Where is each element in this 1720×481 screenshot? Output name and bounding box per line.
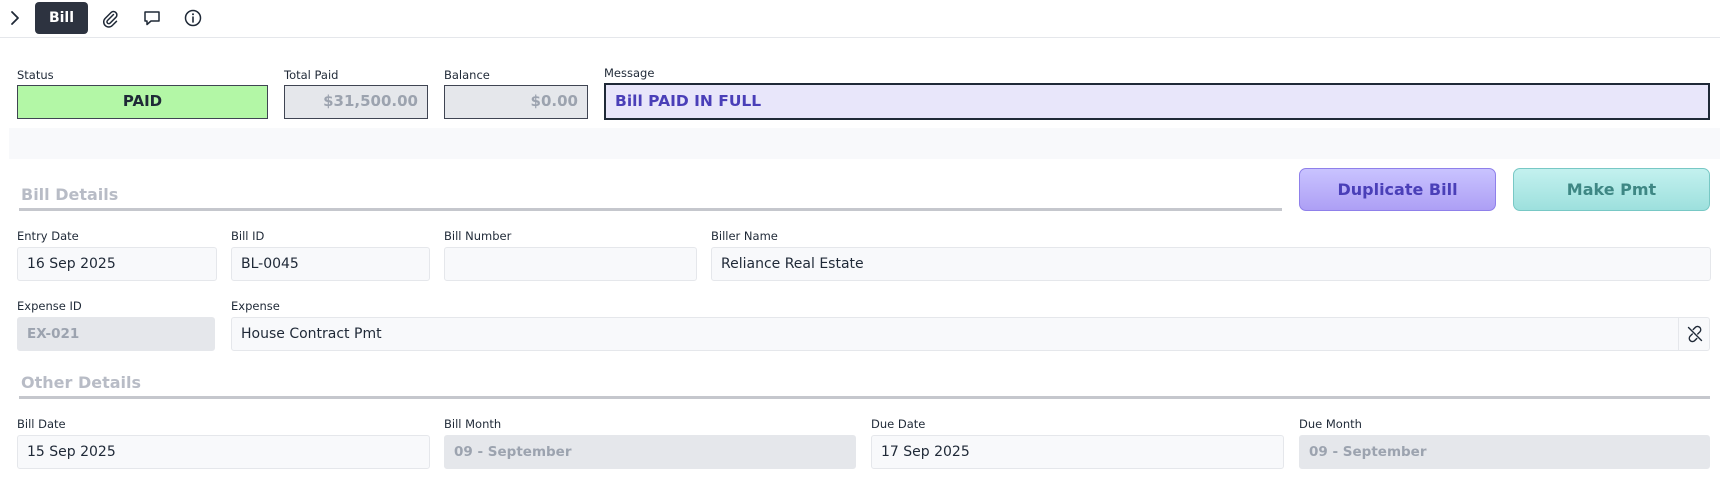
due-month-label: Due Month — [1299, 417, 1362, 431]
bill-number-label: Bill Number — [444, 229, 512, 243]
expense-label: Expense — [231, 299, 280, 313]
tab-bill[interactable]: Bill — [35, 2, 88, 34]
bill-id-label: Bill ID — [231, 229, 265, 243]
duplicate-bill-button[interactable]: Duplicate Bill — [1299, 168, 1496, 211]
bill-number-field[interactable] — [444, 247, 697, 281]
chevron-right-icon[interactable] — [4, 8, 24, 28]
total-paid-value: $31,500.00 — [284, 85, 428, 119]
balance-value: $0.00 — [444, 85, 588, 119]
balance-label: Balance — [444, 68, 490, 82]
biller-name-label: Biller Name — [711, 229, 778, 243]
section-divider — [19, 396, 1710, 399]
biller-name-field[interactable]: Reliance Real Estate — [711, 247, 1711, 281]
unlink-icon[interactable] — [1678, 317, 1710, 351]
entry-date-label: Entry Date — [17, 229, 79, 243]
info-icon[interactable] — [183, 8, 203, 28]
bill-date-field[interactable]: 15 Sep 2025 — [17, 435, 430, 469]
paperclip-icon[interactable] — [100, 8, 120, 28]
bill-month-field: 09 - September — [444, 435, 856, 469]
section-title-bill-details: Bill Details — [21, 185, 119, 204]
bill-id-field[interactable]: BL-0045 — [231, 247, 430, 281]
message-label: Message — [604, 66, 655, 80]
toolbar: Bill — [0, 0, 1720, 38]
bill-date-label: Bill Date — [17, 417, 66, 431]
status-badge: PAID — [17, 85, 268, 119]
spacer-band — [9, 128, 1720, 159]
make-pmt-button[interactable]: Make Pmt — [1513, 168, 1710, 211]
due-date-label: Due Date — [871, 417, 926, 431]
expense-id-label: Expense ID — [17, 299, 82, 313]
comment-icon[interactable] — [142, 8, 162, 28]
status-label: Status — [17, 68, 54, 82]
total-paid-label: Total Paid — [284, 68, 339, 82]
entry-date-field[interactable]: 16 Sep 2025 — [17, 247, 217, 281]
message-field: Bill PAID IN FULL — [604, 83, 1710, 120]
section-title-other-details: Other Details — [21, 373, 142, 392]
due-month-field: 09 - September — [1299, 435, 1710, 469]
bill-month-label: Bill Month — [444, 417, 502, 431]
expense-field[interactable]: House Contract Pmt — [231, 317, 1710, 351]
section-divider — [19, 208, 1282, 211]
due-date-field[interactable]: 17 Sep 2025 — [871, 435, 1284, 469]
expense-id-field: EX-021 — [17, 317, 215, 351]
